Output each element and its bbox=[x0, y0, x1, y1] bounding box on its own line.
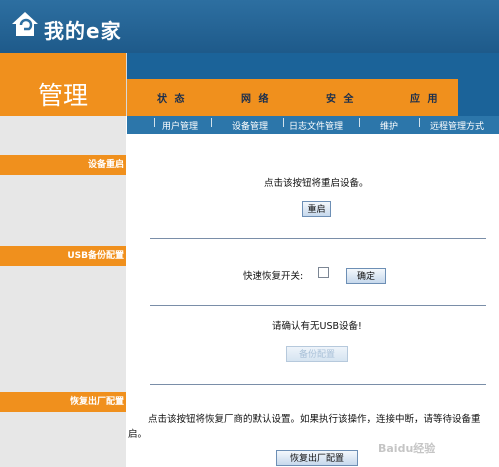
app-title: 我的e家 bbox=[44, 19, 122, 43]
sub-tab-separator: | bbox=[210, 118, 214, 128]
divider bbox=[150, 305, 486, 306]
sub-tab-device-management[interactable]: 设备管理 bbox=[232, 119, 268, 132]
tab-bar-end bbox=[458, 79, 499, 116]
header-bar: 我的e家 bbox=[0, 0, 499, 53]
usb-prompt: 请确认有无USB设备! bbox=[272, 321, 362, 332]
quick-restore-label: 快速恢复开关: bbox=[243, 271, 304, 282]
sub-tab-log-management[interactable]: 日志文件管理 bbox=[289, 119, 343, 132]
factory-reset-description: 点击该按钮将恢复厂商的默认设置。如果执行该操作，连接中断，请等待设备重 bbox=[148, 414, 481, 425]
confirm-button[interactable]: 确定 bbox=[346, 268, 386, 284]
backup-config-button[interactable]: 备份配置 bbox=[286, 346, 348, 362]
watermark: Baidu经验 bbox=[378, 442, 436, 455]
sub-tab-remote-management[interactable]: 远程管理方式 bbox=[430, 119, 484, 132]
tab-network[interactable]: 网 络 bbox=[241, 90, 270, 105]
tab-status[interactable]: 状 态 bbox=[157, 90, 186, 105]
factory-reset-description-line2: 启。 bbox=[128, 429, 148, 440]
tab-security[interactable]: 安 全 bbox=[326, 90, 355, 105]
sub-tab-separator: | bbox=[358, 118, 362, 128]
restart-button[interactable]: 重启 bbox=[302, 201, 331, 217]
divider bbox=[150, 384, 486, 385]
manage-title: 管理 bbox=[37, 81, 88, 110]
sub-tab-separator: | bbox=[282, 118, 286, 128]
sub-tab-separator: | bbox=[153, 118, 157, 128]
house-logo-icon bbox=[12, 12, 38, 36]
tab-application[interactable]: 应 用 bbox=[410, 90, 439, 105]
section-label-factory-reset: 恢复出厂配置 bbox=[0, 392, 126, 412]
sub-tab-separator: | bbox=[418, 118, 422, 128]
quick-restore-checkbox[interactable] bbox=[318, 267, 329, 278]
divider bbox=[150, 238, 486, 239]
factory-reset-button[interactable]: 恢复出厂配置 bbox=[276, 450, 358, 466]
section-label-restart: 设备重启 bbox=[0, 155, 126, 175]
sub-tab-user-management[interactable]: 用户管理 bbox=[162, 119, 198, 132]
sub-tab-maintenance[interactable]: 维护 bbox=[380, 119, 398, 132]
restart-description: 点击该按钮将重启设备。 bbox=[264, 178, 369, 189]
section-label-usb-backup: USB备份配置 bbox=[0, 246, 126, 266]
